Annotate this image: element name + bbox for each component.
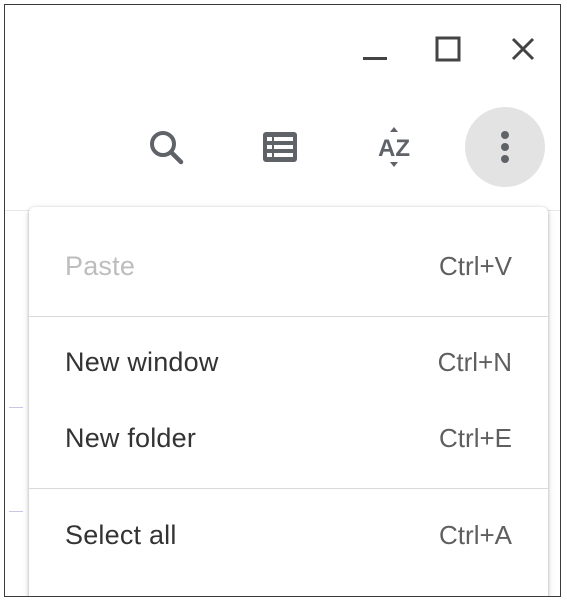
menu-item-shortcut: Ctrl+V: [439, 250, 512, 281]
menu-item-paste[interactable]: Paste Ctrl+V: [29, 231, 548, 301]
sort-button[interactable]: AZ: [354, 107, 434, 187]
menu-item-label: New folder: [65, 422, 197, 453]
background-line: [9, 511, 23, 512]
search-button[interactable]: [126, 107, 206, 187]
menu-item-new-folder[interactable]: New folder Ctrl+E: [29, 403, 548, 473]
more-vertical-icon: [501, 131, 509, 163]
close-icon: [511, 37, 535, 61]
background-line: [9, 407, 23, 408]
menu-item-label: Paste: [65, 250, 136, 281]
list-view-button[interactable]: [240, 107, 320, 187]
minimize-icon: [363, 57, 387, 60]
menu-item-label: Select all: [65, 519, 177, 550]
sort-az-icon: AZ: [378, 127, 410, 167]
menu-separator: [29, 488, 548, 489]
context-menu: Paste Ctrl+V New window Ctrl+N New folde…: [29, 207, 548, 596]
app-window: AZ Paste Ctrl+V New window Ctrl+N New fo…: [4, 4, 561, 597]
menu-item-shortcut: Ctrl+A: [439, 519, 512, 550]
menu-separator: [29, 316, 548, 317]
menu-item-label: New window: [65, 346, 219, 377]
maximize-icon: [435, 36, 461, 62]
close-button[interactable]: [503, 29, 543, 69]
menu-item-select-all[interactable]: Select all Ctrl+A: [29, 500, 548, 570]
menu-item-shortcut: Ctrl+E: [439, 422, 512, 453]
more-options-button[interactable]: [465, 107, 545, 187]
list-view-icon: [263, 132, 297, 162]
maximize-button[interactable]: [428, 29, 468, 69]
menu-item-shortcut: Ctrl+N: [437, 346, 512, 377]
search-icon: [150, 131, 184, 165]
menu-item-new-window[interactable]: New window Ctrl+N: [29, 327, 548, 397]
sort-az-glyph: AZ: [378, 135, 410, 162]
minimize-button[interactable]: [355, 29, 395, 69]
